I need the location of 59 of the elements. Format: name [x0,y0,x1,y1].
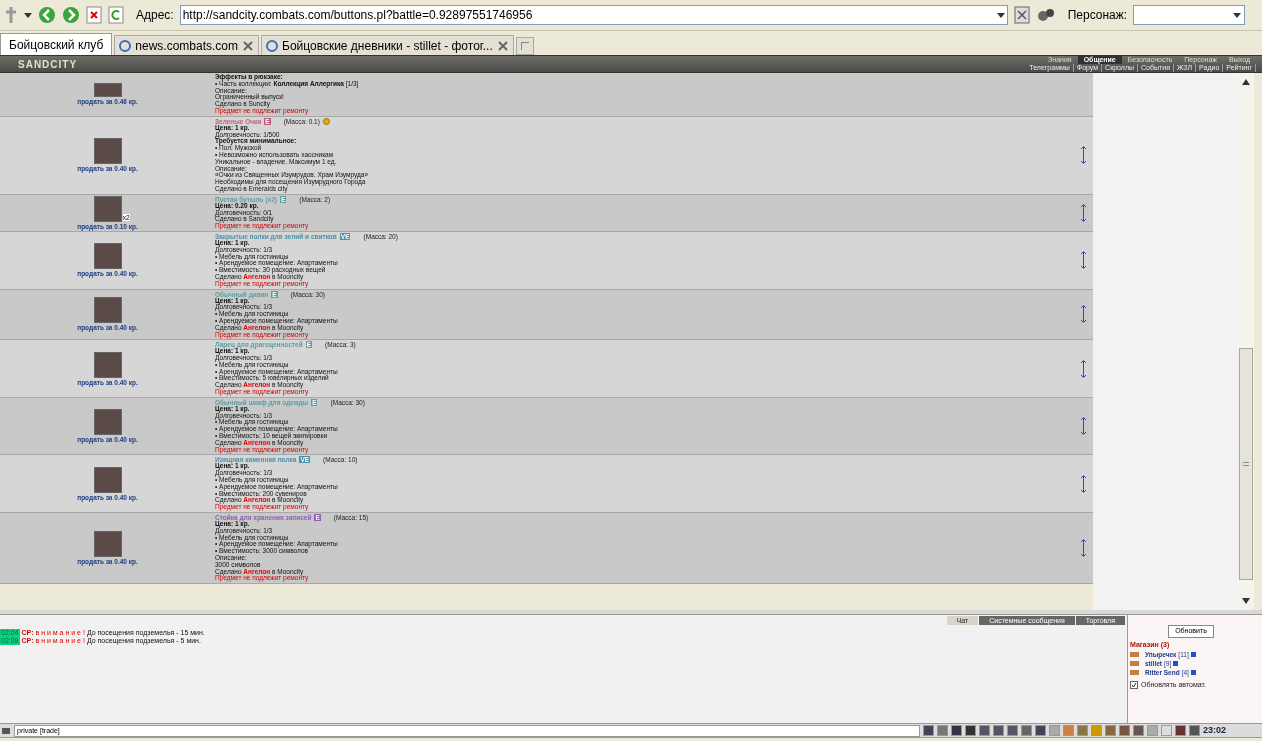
scrollbar[interactable] [1238,73,1254,610]
resize-arrow-icon[interactable] [1081,251,1086,270]
item-image [93,351,122,378]
resize-arrow-icon[interactable] [1081,474,1086,493]
toolbar-icon[interactable] [1021,725,1032,736]
browser-tab[interactable]: news.combats.com [114,35,259,55]
browser-tab[interactable]: Бойцовский клуб [0,33,113,55]
page-icon[interactable] [1013,6,1030,24]
resize-arrow-icon[interactable] [1081,539,1086,558]
toolbar-icon[interactable] [1119,725,1130,736]
toolbar-icon[interactable] [1189,725,1200,736]
info-icon[interactable] [1173,661,1179,666]
item-image [93,83,122,98]
toolbar-icon[interactable] [979,725,990,736]
back-icon[interactable] [38,6,56,24]
gears-icon[interactable] [1035,6,1056,24]
scroll-up-icon[interactable] [1242,79,1250,85]
toolbar-icon[interactable] [1133,725,1144,736]
toolbar-icon[interactable] [993,725,1004,736]
resize-arrow-icon[interactable] [1081,203,1086,222]
item-image [93,409,122,436]
close-icon[interactable] [496,40,509,51]
toolbar-icon[interactable] [1175,725,1186,736]
toolbar-icon[interactable] [1035,725,1046,736]
resize-arrow-icon[interactable] [1081,417,1086,436]
address-field[interactable]: http://sandcity.combats.com/buttons.pl?battle=0.92897551746956 [179,5,1008,25]
profile-label: Персонаж: [1067,7,1128,24]
toolbar-icon[interactable] [951,725,962,736]
scroll-thumb[interactable] [1239,348,1253,580]
logo: SANDCITY [17,57,78,72]
resize-arrow-icon[interactable] [1081,305,1086,324]
dropdown-icon[interactable] [996,12,1005,18]
resize-arrow-icon[interactable] [1081,146,1086,165]
clock: 23:02 [1203,723,1227,737]
address-label: Адрес: [136,7,174,24]
close-icon[interactable] [242,40,254,51]
new-tab-button[interactable] [515,37,534,55]
forward-icon[interactable] [62,6,80,24]
stop-icon[interactable] [86,6,102,24]
toolbar-icon[interactable] [1161,725,1172,736]
toolbar-icon[interactable] [1007,725,1018,736]
item-image [93,243,122,270]
item-image [93,138,122,165]
toolbar-icon[interactable] [965,725,976,736]
toolbar-icon[interactable] [923,725,934,736]
cross-icon[interactable] [4,6,18,24]
info-icon[interactable] [1190,652,1196,657]
dropdown-icon[interactable] [1233,12,1242,18]
resize-arrow-icon[interactable] [1081,359,1086,378]
scroll-down-icon[interactable] [1242,598,1250,604]
auto-refresh-checkbox[interactable] [1130,681,1138,690]
browser-tab[interactable]: Бойцовские дневники - stillet - фотог... [261,35,514,55]
item-image [93,531,122,558]
item-image [93,466,122,493]
item-image [93,297,122,324]
info-icon[interactable] [1190,670,1196,675]
speaker-icon[interactable] [1,725,11,736]
refresh-icon[interactable] [108,6,124,24]
dropdown-icon[interactable] [24,12,32,18]
